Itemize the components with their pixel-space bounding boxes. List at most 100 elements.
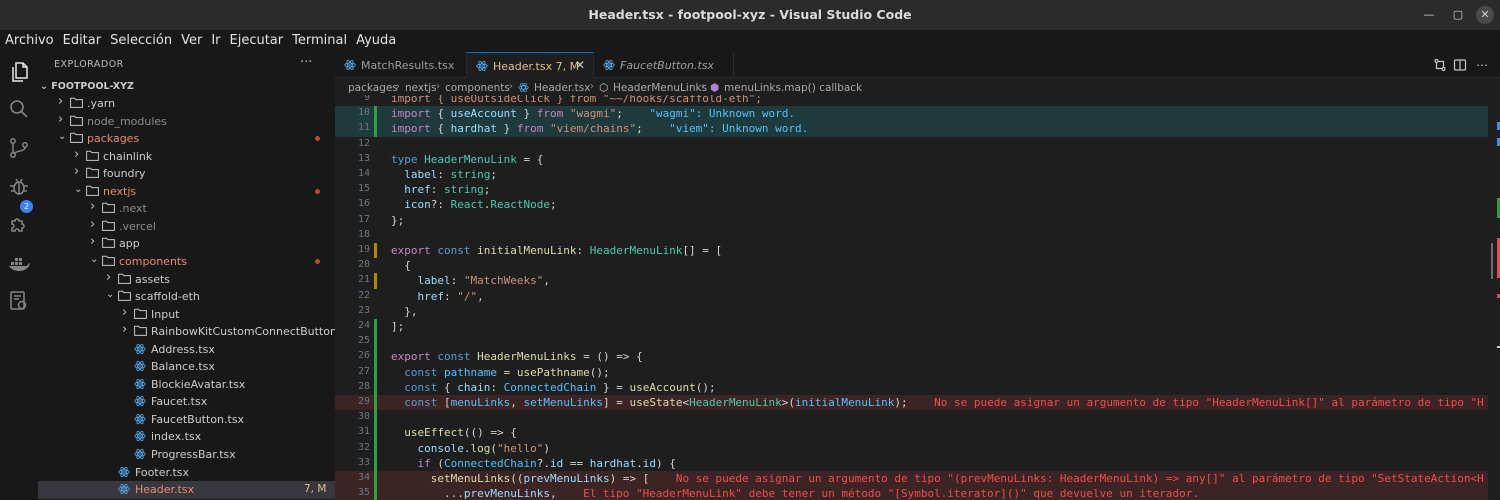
menu-ayuda[interactable]: Ayuda [351, 30, 396, 52]
code-line[interactable]: 30 [335, 410, 1500, 426]
tree-folder[interactable]: › RainbowKitCustomConnectButton [38, 322, 335, 341]
code-line[interactable]: 11 import { hardhat } from "viem/chains";… [335, 121, 1500, 137]
code-line[interactable]: 24]; [335, 319, 1500, 335]
explorer-icon[interactable] [7, 60, 31, 84]
chevron-right-icon: › [396, 81, 400, 92]
folder-icon [86, 150, 99, 161]
more-actions-icon[interactable]: ⋯ [1475, 58, 1489, 72]
git-gutter-marker [374, 364, 377, 380]
tree-file[interactable]: index.tsx [38, 428, 335, 446]
breadcrumb-nextjs[interactable]: nextjs [405, 82, 437, 94]
code-text: const [menuLinks, setMenuLinks] = useSta… [404, 396, 1484, 409]
search-icon[interactable] [7, 97, 31, 121]
tree-file[interactable]: BlockieAvatar.tsx [38, 376, 335, 394]
tree-file[interactable]: FaucetButton.tsx [38, 411, 335, 429]
code-line[interactable]: 28 const { chain: ConnectedChain } = use… [335, 379, 1500, 395]
code-line[interactable]: 34 setMenuLinks((prevMenuLinks) => [ No … [335, 471, 1500, 487]
tree-folder[interactable]: ⌄ components [38, 253, 335, 271]
tree-file[interactable]: Footer.tsx [38, 464, 335, 482]
code-text: const { chain: ConnectedChain } = useAcc… [404, 380, 716, 394]
tree-folder[interactable]: › app [38, 234, 335, 253]
breadcrumb-file[interactable]: Header.tsx [534, 82, 590, 94]
code-line[interactable]: 22 href: "/", [335, 289, 1500, 304]
tab-faucetbutton[interactable]: FaucetButton.tsx [594, 52, 734, 78]
tree-file[interactable]: ProgressBar.tsx [38, 446, 335, 464]
code-line[interactable]: 25 [335, 334, 1500, 350]
method-icon: ⬢ [710, 82, 720, 94]
code-line[interactable]: 13 type HeaderMenuLink = { [335, 152, 1500, 167]
docker-icon[interactable] [7, 252, 31, 276]
maximize-button[interactable]: ▢ [1449, 6, 1467, 24]
menu-ver[interactable]: Ver [176, 30, 202, 52]
menu-seleccion[interactable]: Selección [105, 30, 172, 52]
remote-explorer-icon[interactable] [7, 289, 31, 313]
folder-open-icon [86, 185, 99, 196]
code-text: import { useAccount } from "wagmi"; "wag… [391, 107, 796, 121]
tab-header[interactable]: Header.tsx 7, M ✕ [467, 52, 594, 78]
code-line[interactable]: 18 [335, 228, 1500, 243]
breadcrumb-symbol[interactable]: HeaderMenuLinks [613, 82, 707, 94]
tree-folder[interactable]: ⌄ nextjs [38, 183, 335, 201]
tree-file[interactable]: Address.tsx [38, 341, 335, 359]
tree-folder[interactable]: › .vercel [38, 217, 335, 236]
explorer-more-actions[interactable]: ··· [300, 55, 312, 70]
minimize-button[interactable]: — [1420, 6, 1438, 24]
code-line[interactable]: 20 { [335, 258, 1500, 273]
code-editor[interactable]: 9 import { useOutsideClick } from "~~/hoo… [335, 95, 1500, 500]
code-line[interactable]: 12 [335, 137, 1500, 152]
tree-folder[interactable]: › Input [38, 305, 335, 324]
workspace-root[interactable]: ⌄ FOOTPOOL-XYZ [40, 81, 134, 92]
code-line[interactable]: 29 const [menuLinks, setMenuLinks] = use… [335, 395, 1500, 411]
breadcrumb-packages[interactable]: packages [348, 82, 398, 94]
tree-file[interactable]: Faucet.tsx [38, 393, 335, 411]
tree-folder[interactable]: › node_modules [38, 112, 335, 131]
tree-folder[interactable]: › .yarn [38, 94, 335, 113]
menu-ejecutar[interactable]: Ejecutar [225, 30, 284, 52]
close-window-button[interactable]: ✕ [1476, 6, 1494, 24]
code-line[interactable]: 32 console.log("hello") [335, 440, 1500, 456]
code-line[interactable]: 16 icon?: React.ReactNode; [335, 197, 1500, 212]
tree-file[interactable]: Header.tsx 7, M [38, 481, 335, 499]
code-line[interactable]: 27 const pathname = usePathname(); [335, 364, 1500, 380]
code-line[interactable]: 17}; [335, 213, 1500, 228]
code-line[interactable]: 9 import { useOutsideClick } from "~~/hoo… [335, 95, 1500, 106]
close-tab-icon[interactable]: ✕ [575, 58, 585, 72]
tree-folder[interactable]: ⌄ scaffold-eth [38, 288, 335, 306]
tree-folder[interactable]: › assets [38, 270, 335, 289]
breadcrumb-components[interactable]: components [445, 82, 510, 94]
source-control-icon[interactable] [7, 136, 31, 160]
code-line[interactable]: 14 label: string; [335, 167, 1500, 182]
tree-file[interactable]: Balance.tsx [38, 358, 335, 376]
split-editor-icon[interactable] [1453, 58, 1467, 72]
tab-matchresults[interactable]: MatchResults.tsx [335, 52, 467, 78]
folder-icon [134, 325, 147, 337]
code-line[interactable]: 35 ...prevMenuLinks, El tipo "HeaderMenu… [335, 486, 1500, 500]
code-line[interactable]: 10 import { useAccount } from "wagmi"; "w… [335, 106, 1500, 122]
tree-folder[interactable]: › foundry [38, 164, 335, 183]
compare-changes-icon[interactable] [1433, 58, 1447, 72]
tree-folder[interactable]: ⌄ packages [38, 130, 335, 148]
tree-folder[interactable]: › chainlink [38, 147, 335, 166]
code-line[interactable]: 26 export const HeaderMenuLinks = () => { [335, 349, 1500, 365]
code-line[interactable]: 23 }, [335, 304, 1500, 319]
code-line[interactable]: 19 export const initialMenuLink: HeaderMe… [335, 243, 1500, 259]
tree-folder[interactable]: › .next [38, 199, 335, 218]
menu-ir[interactable]: Ir [206, 30, 220, 52]
git-gutter-marker [374, 334, 377, 350]
extensions-icon[interactable] [7, 212, 31, 236]
code-line[interactable]: 33 if (ConnectedChain?.id == hardhat.id)… [335, 455, 1500, 471]
line-number: 20 [357, 259, 370, 271]
breadcrumb-callback[interactable]: menuLinks.map() callback [724, 82, 862, 94]
code-text: export const initialMenuLink: HeaderMenu… [391, 244, 723, 257]
chevron-right-icon: › [122, 322, 128, 338]
code-line[interactable]: 31 useEffect(() => { [335, 425, 1500, 441]
editor-scrollbar[interactable] [1488, 98, 1500, 500]
line-number: 14 [357, 168, 370, 179]
menu-editar[interactable]: Editar [58, 30, 102, 52]
menu-archivo[interactable]: Archivo [0, 30, 54, 52]
run-debug-icon[interactable] [7, 174, 31, 198]
tree-item-label: node_modules [87, 114, 167, 128]
code-line[interactable]: 21 label: "MatchWeeks", [335, 273, 1500, 289]
code-line[interactable]: 15 href: string; [335, 182, 1500, 197]
menu-terminal[interactable]: Terminal [287, 30, 347, 52]
